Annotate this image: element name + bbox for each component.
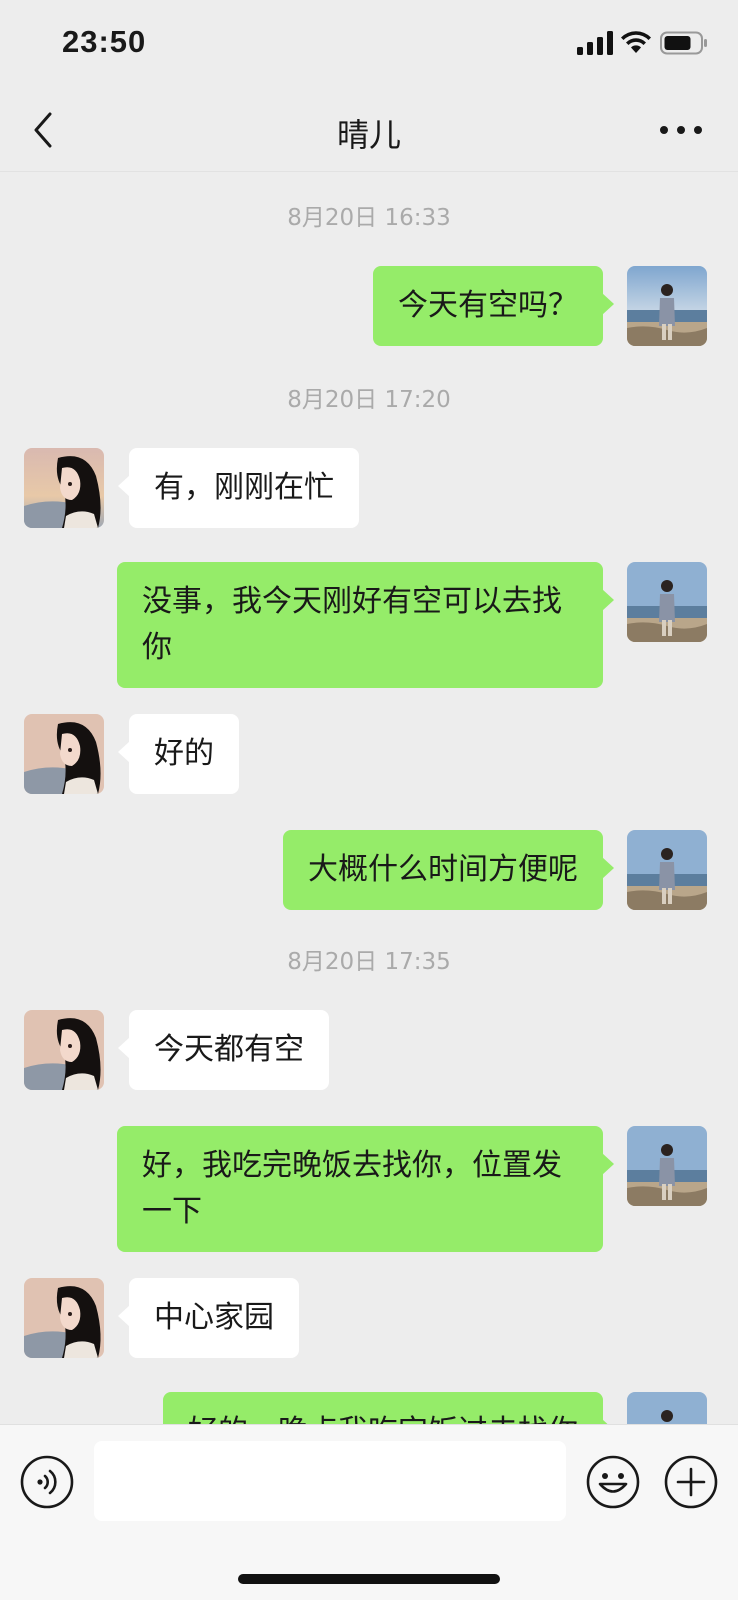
message-bubble-sent[interactable]: 今天有空吗？ <box>373 266 614 346</box>
emoji-icon[interactable] <box>586 1455 640 1509</box>
message-bubble-sent[interactable]: 大概什么时间方便呢 <box>283 830 614 910</box>
message-bubble-sent[interactable]: 没事，我今天刚好有空可以去找你 <box>117 562 614 688</box>
chat-title: 晴儿 <box>336 116 401 154</box>
status-time: 23:50 <box>62 24 147 59</box>
message-bubble-sent[interactable]: 好的，晚点我吃完饭过去找你 <box>163 1392 614 1424</box>
contact-avatar[interactable] <box>24 714 104 794</box>
my-avatar[interactable] <box>627 266 707 346</box>
contact-avatar[interactable] <box>24 448 104 528</box>
home-indicator <box>238 1574 500 1584</box>
nav-bar: 晴儿 <box>0 90 738 172</box>
message-bubble-received[interactable]: 有，刚刚在忙 <box>118 448 359 528</box>
wifi-icon <box>621 31 651 53</box>
plus-icon[interactable] <box>664 1455 718 1509</box>
my-avatar[interactable] <box>627 1126 707 1206</box>
contact-avatar[interactable] <box>24 1010 104 1090</box>
status-bar: 23:50 <box>0 0 738 90</box>
battery-icon <box>660 31 707 55</box>
my-avatar[interactable] <box>627 1392 707 1424</box>
timestamp: 8月20日 17:35 <box>287 949 451 975</box>
message-list[interactable]: 8月20日 16:33 今天有空吗？ 8月20日 17:20 有，刚刚在忙 没事… <box>0 172 738 1424</box>
cellular-signal-icon <box>577 31 613 55</box>
message-bubble-received[interactable]: 中心家园 <box>118 1278 299 1358</box>
contact-avatar[interactable] <box>24 1278 104 1358</box>
message-bubble-received[interactable]: 好的 <box>118 714 239 794</box>
more-horizontal-icon[interactable] <box>658 118 704 142</box>
message-bubble-sent[interactable]: 好，我吃完晚饭去找你，位置发一下 <box>117 1126 614 1252</box>
message-input[interactable] <box>94 1441 566 1521</box>
my-avatar[interactable] <box>627 562 707 642</box>
my-avatar[interactable] <box>627 830 707 910</box>
message-bubble-received[interactable]: 今天都有空 <box>118 1010 329 1090</box>
timestamp: 8月20日 16:33 <box>287 205 451 231</box>
timestamp: 8月20日 17:20 <box>287 387 451 413</box>
voice-icon[interactable] <box>20 1455 74 1509</box>
